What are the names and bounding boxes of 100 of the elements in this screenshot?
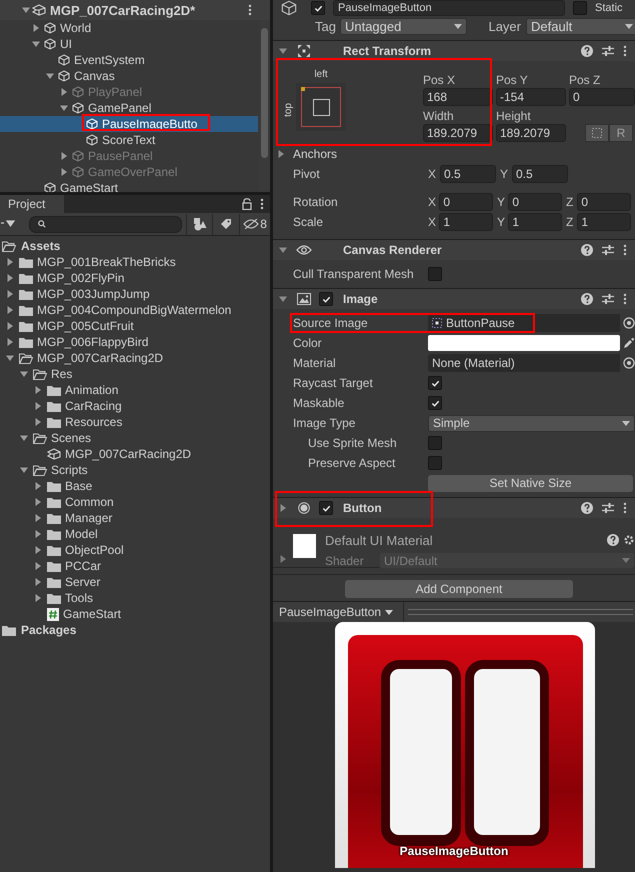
object-name-field[interactable]: PauseImageButton bbox=[333, 0, 565, 16]
collapse-arrow-icon[interactable] bbox=[279, 504, 287, 512]
collapse-arrow-icon[interactable] bbox=[34, 402, 42, 410]
collapse-arrow-icon[interactable] bbox=[34, 386, 42, 394]
project-item[interactable]: Scenes bbox=[0, 430, 270, 446]
number-field[interactable]: -154 bbox=[496, 88, 566, 106]
number-field[interactable]: 0.5 bbox=[440, 165, 496, 183]
project-item[interactable]: Assets bbox=[0, 238, 270, 254]
project-item[interactable]: MGP_001BreakTheBricks bbox=[0, 254, 270, 270]
project-item[interactable]: MGP_002FlyPin bbox=[0, 270, 270, 286]
collapse-arrow-icon[interactable] bbox=[34, 578, 42, 586]
expand-arrow-icon[interactable] bbox=[279, 246, 287, 254]
collapse-arrow-icon[interactable] bbox=[6, 306, 14, 314]
number-field[interactable]: 0.5 bbox=[512, 165, 568, 183]
number-field[interactable]: 168 bbox=[423, 88, 493, 106]
checkbox[interactable] bbox=[428, 267, 442, 281]
eyedropper-icon[interactable] bbox=[623, 337, 635, 349]
tag-dropdown[interactable]: Untagged bbox=[340, 18, 467, 34]
project-item[interactable]: MGP_004CompoundBigWatermelon bbox=[0, 302, 270, 318]
color-field[interactable] bbox=[428, 335, 620, 351]
project-item[interactable]: Animation bbox=[0, 382, 270, 398]
number-field[interactable]: 189.2079 bbox=[496, 124, 566, 142]
checkbox[interactable] bbox=[428, 396, 442, 410]
project-item[interactable]: PCCar bbox=[0, 558, 270, 574]
lock-icon[interactable] bbox=[242, 198, 252, 210]
add-component-button[interactable]: Add Component bbox=[345, 580, 573, 598]
more-options-icon[interactable] bbox=[260, 198, 264, 210]
project-item[interactable]: Server bbox=[0, 574, 270, 590]
checkbox[interactable] bbox=[311, 1, 325, 15]
hierarchy-item[interactable]: GamePanel bbox=[0, 100, 258, 116]
preset-sliders-icon[interactable] bbox=[602, 244, 614, 256]
object-field[interactable]: ButtonPause bbox=[428, 314, 620, 332]
help-icon[interactable] bbox=[581, 244, 593, 256]
help-icon[interactable] bbox=[581, 502, 593, 514]
checkbox[interactable] bbox=[573, 1, 587, 15]
number-field[interactable]: 1 bbox=[439, 213, 493, 231]
collapse-arrow-icon[interactable] bbox=[279, 555, 287, 563]
collapse-arrow-icon[interactable] bbox=[34, 514, 42, 522]
project-tab[interactable]: Project bbox=[0, 195, 64, 213]
number-field[interactable]: 1 bbox=[508, 213, 562, 231]
set-native-size-button[interactable]: Set Native Size bbox=[428, 474, 633, 492]
number-field[interactable]: 0 bbox=[569, 88, 635, 106]
checkbox[interactable] bbox=[428, 376, 442, 390]
preset-sliders-icon[interactable] bbox=[602, 45, 614, 57]
collapse-arrow-icon[interactable] bbox=[34, 482, 42, 490]
hierarchy-item[interactable]: GameStart bbox=[0, 180, 258, 192]
gear-icon[interactable] bbox=[623, 534, 635, 546]
object-field[interactable]: None (Material) bbox=[428, 354, 620, 372]
create-dropdown-icon[interactable] bbox=[1, 220, 15, 228]
more-options-icon[interactable] bbox=[623, 244, 627, 256]
preset-sliders-icon[interactable] bbox=[602, 502, 614, 514]
expand-arrow-icon[interactable] bbox=[6, 354, 14, 362]
collapse-arrow-icon[interactable] bbox=[32, 24, 40, 32]
help-icon[interactable] bbox=[581, 45, 593, 57]
project-item[interactable]: MGP_005CutFruit bbox=[0, 318, 270, 334]
collapse-arrow-icon[interactable] bbox=[6, 258, 14, 266]
preset-sliders-icon[interactable] bbox=[602, 293, 614, 305]
hierarchy-item[interactable]: PauseImageButto bbox=[0, 116, 258, 132]
layer-dropdown[interactable]: Default bbox=[526, 18, 635, 34]
help-icon[interactable] bbox=[581, 293, 593, 305]
collapse-arrow-icon[interactable] bbox=[6, 322, 14, 330]
expand-arrow-icon[interactable] bbox=[279, 47, 287, 55]
checkbox[interactable] bbox=[319, 501, 333, 515]
hierarchy-item[interactable]: ScoreText bbox=[0, 132, 258, 148]
expand-arrow-icon[interactable] bbox=[22, 6, 30, 14]
project-item[interactable]: Base bbox=[0, 478, 270, 494]
expand-arrow-icon[interactable] bbox=[46, 72, 54, 80]
object-picker-icon[interactable] bbox=[623, 357, 635, 369]
collapse-arrow-icon[interactable] bbox=[6, 274, 14, 282]
project-item[interactable]: Resources bbox=[0, 414, 270, 430]
project-item[interactable]: GameStart bbox=[0, 606, 270, 622]
object-picker-icon[interactable] bbox=[623, 317, 635, 329]
project-item[interactable]: Model bbox=[0, 526, 270, 542]
collapse-arrow-icon[interactable] bbox=[34, 546, 42, 554]
number-field[interactable]: 1 bbox=[577, 213, 631, 231]
expand-arrow-icon[interactable] bbox=[279, 295, 287, 303]
checkbox[interactable] bbox=[428, 456, 442, 470]
help-icon[interactable] bbox=[607, 534, 619, 546]
collapse-arrow-icon[interactable] bbox=[34, 530, 42, 538]
collapse-arrow-icon[interactable] bbox=[6, 290, 14, 298]
project-item[interactable]: MGP_006FlappyBird bbox=[0, 334, 270, 350]
search-field[interactable] bbox=[29, 216, 182, 232]
checkbox[interactable] bbox=[428, 436, 442, 450]
project-item[interactable]: CarRacing bbox=[0, 398, 270, 414]
scene-header[interactable]: MGP_007CarRacing2D* bbox=[0, 0, 270, 20]
project-item[interactable]: MGP_007CarRacing2D bbox=[0, 350, 270, 366]
collapse-arrow-icon[interactable] bbox=[34, 594, 42, 602]
project-item[interactable]: Scripts bbox=[0, 462, 270, 478]
expand-arrow-icon[interactable] bbox=[20, 370, 28, 378]
number-field[interactable]: 0 bbox=[577, 193, 631, 211]
more-options-icon[interactable] bbox=[623, 45, 627, 57]
hierarchy-item[interactable]: Canvas bbox=[0, 68, 258, 84]
expand-arrow-icon[interactable] bbox=[32, 40, 40, 48]
number-field[interactable]: 0 bbox=[508, 193, 562, 211]
number-field[interactable]: 189.2079 bbox=[423, 124, 493, 142]
expand-arrow-icon[interactable] bbox=[60, 104, 68, 112]
more-options-icon[interactable] bbox=[623, 502, 627, 514]
project-item[interactable]: Tools bbox=[0, 590, 270, 606]
hierarchy-item[interactable]: World bbox=[0, 20, 258, 36]
collapse-arrow-icon[interactable] bbox=[34, 498, 42, 506]
